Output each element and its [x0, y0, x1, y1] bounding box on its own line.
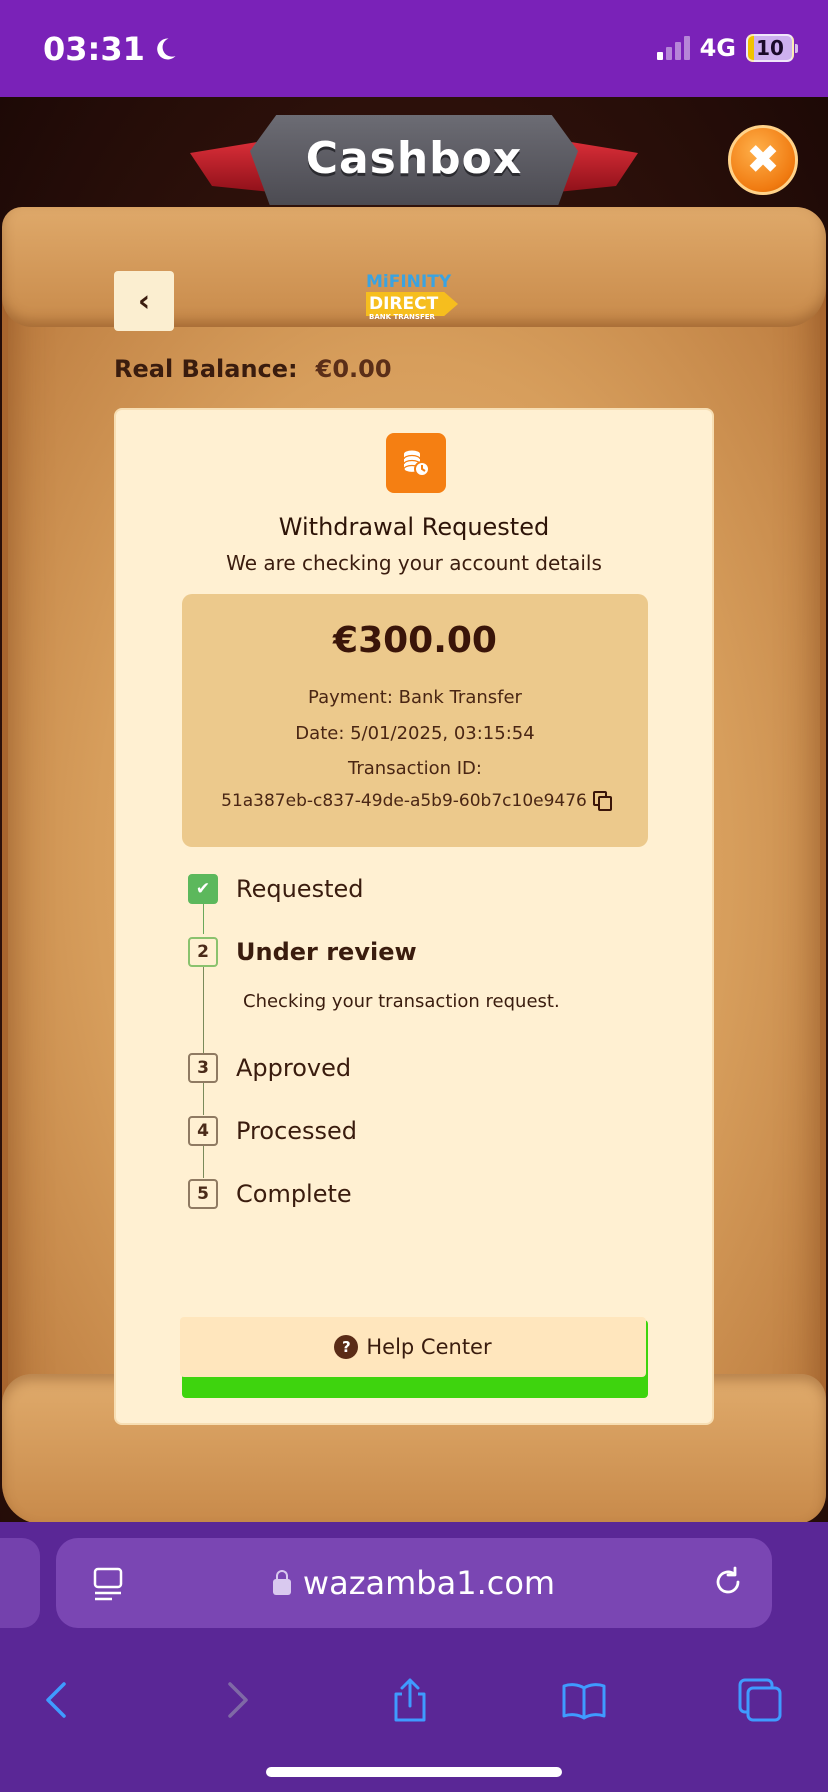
moon-icon: [157, 38, 176, 60]
logo-line3: BANK TRANSFER: [369, 313, 435, 321]
transaction-summary: €300.00 Payment: Bank Transfer Date: 5/0…: [182, 594, 648, 847]
step-number: 3: [188, 1053, 218, 1083]
step-number: 4: [188, 1116, 218, 1146]
browser-toolbar: [0, 1642, 828, 1758]
close-button[interactable]: ✖: [728, 125, 798, 195]
battery-level: 10: [756, 36, 784, 60]
address-bar[interactable]: wazamba1.com: [56, 1538, 772, 1628]
payment-method: Payment: Bank Transfer: [308, 687, 522, 708]
step-connector: [203, 967, 204, 1053]
share-icon[interactable]: [386, 1676, 434, 1724]
step-under-review: 2 Under review: [188, 937, 417, 967]
coins-clock-icon: [386, 433, 446, 493]
reload-icon[interactable]: [710, 1564, 746, 1600]
network-type: 4G: [699, 34, 736, 62]
battery-icon: 10: [746, 34, 798, 62]
chevron-left-icon: ‹: [137, 283, 151, 319]
withdrawal-card: Withdrawal Requested We are checking you…: [114, 408, 714, 1425]
modal-title: Cashbox: [305, 133, 523, 184]
cashbox-modal: Cashbox ✖ ‹ MiFINITY DIRECT BANK TRANSFE…: [0, 97, 828, 1522]
forward-arrow-icon[interactable]: [212, 1676, 260, 1724]
browser-chrome: wazamba1.com: [0, 1522, 828, 1792]
withdrawal-subtitle: We are checking your account details: [226, 551, 602, 575]
bookmarks-icon[interactable]: [560, 1676, 608, 1724]
step-number: 2: [188, 937, 218, 967]
close-icon: ✖: [746, 137, 780, 183]
question-icon: ?: [334, 1335, 359, 1359]
transaction-id: 51a387eb-c837-49de-a5b9-60b7c10e9476: [221, 791, 587, 811]
check-icon: ✔: [188, 874, 218, 904]
transaction-date: Date: 5/01/2025, 03:15:54: [295, 723, 535, 744]
step-label: Complete: [236, 1180, 352, 1208]
status-indicators: 4G 10: [656, 34, 798, 62]
transaction-id-row: 51a387eb-c837-49de-a5b9-60b7c10e9476: [182, 791, 648, 811]
step-connector: [203, 904, 204, 934]
url-display[interactable]: wazamba1.com: [56, 1564, 772, 1602]
clock-text: 03:31: [43, 30, 145, 68]
balance-value: €0.00: [315, 355, 392, 383]
balance-label: Real Balance:: [114, 355, 298, 383]
help-center-button[interactable]: ? Help Center: [180, 1317, 646, 1377]
step-requested: ✔ Requested: [188, 874, 364, 904]
step-label: Under review: [236, 938, 417, 966]
url-text: wazamba1.com: [302, 1564, 556, 1602]
step-label: Requested: [236, 875, 364, 903]
cashbox-banner: Cashbox: [190, 105, 638, 205]
copy-icon[interactable]: [592, 791, 612, 811]
step-connector: [203, 1146, 204, 1178]
step-approved: 3 Approved: [188, 1053, 351, 1083]
status-time: 03:31: [43, 30, 179, 68]
step-label: Approved: [236, 1054, 352, 1082]
back-button[interactable]: ‹: [114, 271, 174, 331]
status-bar: 03:31 4G 10: [0, 0, 828, 97]
mifinity-logo: MiFINITY DIRECT BANK TRANSFER: [366, 273, 462, 325]
logo-line1: MiFINITY: [366, 272, 452, 292]
withdrawal-title: Withdrawal Requested: [278, 513, 550, 541]
step-processed: 4 Processed: [188, 1116, 357, 1146]
help-center-label: Help Center: [366, 1335, 492, 1359]
home-indicator: [266, 1767, 562, 1777]
step-number: 5: [188, 1179, 218, 1209]
previous-tab-peek[interactable]: [0, 1538, 40, 1628]
step-label: Processed: [236, 1117, 358, 1145]
back-arrow-icon[interactable]: [34, 1676, 82, 1724]
withdrawal-amount: €300.00: [333, 620, 497, 661]
signal-icon: [656, 36, 690, 60]
lock-icon: [272, 1570, 291, 1595]
step-note: Checking your transaction request.: [243, 991, 560, 1012]
transaction-id-label: Transaction ID:: [348, 758, 482, 779]
step-connector: [203, 1083, 204, 1115]
step-complete: 5 Complete: [188, 1179, 352, 1209]
real-balance: Real Balance: €0.00: [114, 355, 392, 383]
tabs-icon[interactable]: [736, 1676, 784, 1724]
